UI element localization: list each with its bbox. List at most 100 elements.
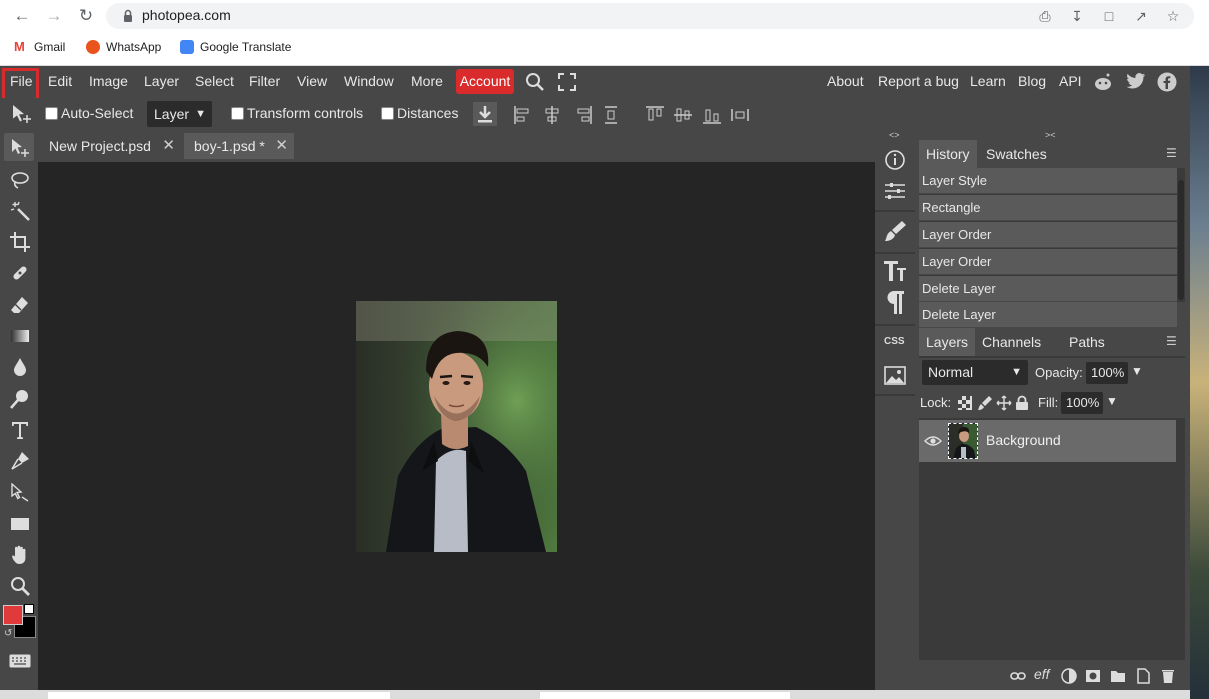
distribute-v-icon[interactable] [601, 105, 621, 125]
tab-swatches[interactable]: Swatches [979, 140, 1054, 168]
opacity-input[interactable]: 100% [1086, 362, 1128, 384]
layer-effects-icon[interactable]: eff [1034, 666, 1050, 682]
menu-select[interactable]: Select [195, 73, 234, 89]
move-tool[interactable] [4, 133, 34, 161]
delete-layer-icon[interactable] [1160, 668, 1176, 684]
address-bar[interactable]: photopea.com ⎙ ↧ □ ↗ ☆ [106, 3, 1194, 29]
fill-input[interactable]: 100% [1061, 392, 1103, 414]
tab-history[interactable]: History [919, 140, 977, 168]
swap-colors-icon[interactable]: ↺ [4, 628, 12, 639]
layer-mask-icon[interactable] [1085, 668, 1101, 684]
lock-position-icon[interactable] [996, 395, 1012, 411]
history-item[interactable]: Layer Order [919, 222, 1177, 248]
paragraph-icon[interactable] [880, 288, 910, 316]
menu-layer[interactable]: Layer [144, 73, 179, 89]
back-icon[interactable]: ← [12, 6, 32, 26]
history-item[interactable]: Delete Layer [919, 302, 1177, 328]
facebook-icon[interactable] [1157, 72, 1177, 92]
info-icon[interactable] [880, 146, 910, 174]
tab-paths[interactable]: Paths [1062, 328, 1112, 356]
download-icon[interactable]: ↧ [1068, 7, 1086, 25]
foreground-color-swatch[interactable] [3, 605, 23, 625]
star-icon[interactable]: ☆ [1164, 7, 1182, 25]
save-page-icon[interactable]: ⎙ [1036, 7, 1054, 25]
align-bottom-icon[interactable] [702, 105, 722, 125]
fill-slider-arrow-icon[interactable]: ▼ [1106, 394, 1118, 408]
menu-image[interactable]: Image [89, 73, 128, 89]
crop-tool[interactable] [4, 227, 34, 255]
panel-menu-icon[interactable]: ☰ [1166, 146, 1180, 162]
link-learn[interactable]: Learn [970, 73, 1006, 89]
menu-filter[interactable]: Filter [249, 73, 280, 89]
new-layer-icon[interactable] [1135, 668, 1151, 684]
transform-controls-checkbox[interactable] [231, 107, 244, 120]
adjustments-icon[interactable] [880, 177, 910, 205]
auto-select-checkbox[interactable] [45, 107, 58, 120]
canvas-area[interactable] [38, 162, 875, 693]
align-top-icon[interactable] [645, 105, 665, 125]
magic-wand-tool[interactable] [4, 196, 34, 224]
eye-icon[interactable] [924, 434, 942, 448]
bookmark-gmail[interactable]: M Gmail [14, 40, 65, 55]
character-icon[interactable] [880, 257, 910, 285]
align-right-icon[interactable] [573, 105, 593, 125]
menu-view[interactable]: View [297, 73, 327, 89]
reddit-icon[interactable] [1093, 72, 1113, 92]
layer-item-background[interactable]: Background [919, 420, 1176, 462]
auto-select-target-dropdown[interactable]: Layer ▼ [147, 101, 212, 127]
link-about[interactable]: About [827, 73, 864, 89]
opacity-slider-arrow-icon[interactable]: ▼ [1131, 364, 1143, 378]
doc-tab-boy-1[interactable]: boy-1.psd * ✕ [184, 133, 294, 159]
zoom-tool[interactable] [4, 571, 34, 599]
fullscreen-icon[interactable] [558, 73, 576, 91]
tab-layers[interactable]: Layers [919, 328, 976, 356]
document-image[interactable] [356, 301, 557, 552]
distribute-h-icon[interactable] [730, 105, 750, 125]
blur-tool[interactable] [4, 352, 34, 380]
menu-window[interactable]: Window [344, 73, 394, 89]
close-icon[interactable]: ✕ [275, 133, 288, 159]
default-colors-icon[interactable] [24, 604, 34, 614]
css-icon[interactable]: CSS [884, 336, 905, 347]
link-blog[interactable]: Blog [1018, 73, 1046, 89]
history-item[interactable]: Layer Order [919, 249, 1177, 275]
healing-brush-tool[interactable] [4, 258, 34, 286]
forward-icon[interactable]: → [44, 6, 64, 26]
tab-channels[interactable]: Channels [975, 328, 1048, 356]
link-report-bug[interactable]: Report a bug [878, 73, 959, 89]
lock-transparency-icon[interactable] [958, 396, 972, 410]
document-icon[interactable]: □ [1100, 7, 1118, 25]
menu-edit[interactable]: Edit [48, 73, 72, 89]
search-icon[interactable] [525, 72, 545, 92]
lock-pixels-icon[interactable] [977, 395, 993, 411]
eraser-tool[interactable] [4, 290, 34, 318]
align-left-icon[interactable] [513, 105, 533, 125]
align-center-h-icon[interactable] [542, 105, 562, 125]
account-button[interactable]: Account [456, 69, 514, 94]
twitter-icon[interactable] [1126, 73, 1146, 91]
type-tool[interactable] [4, 415, 34, 443]
link-api[interactable]: API [1059, 73, 1082, 89]
history-item[interactable]: Rectangle [919, 195, 1177, 221]
lock-all-icon[interactable] [1015, 395, 1029, 411]
new-group-icon[interactable] [1110, 668, 1126, 684]
share-icon[interactable]: ↗ [1132, 7, 1150, 25]
menu-more[interactable]: More [411, 73, 443, 89]
panel-menu-icon[interactable]: ☰ [1166, 334, 1180, 350]
link-layers-icon[interactable] [1010, 668, 1026, 684]
image-icon[interactable] [880, 362, 910, 390]
dodge-tool[interactable] [4, 384, 34, 412]
collapse-arrows-icon[interactable]: <> [889, 130, 900, 140]
pen-tool[interactable] [4, 446, 34, 474]
brush-icon[interactable] [880, 218, 910, 246]
collapse-panels-icon[interactable]: >< [1045, 130, 1056, 140]
rectangle-tool[interactable] [4, 509, 34, 537]
history-item[interactable]: Layer Style [919, 168, 1177, 194]
download-align-icon[interactable] [473, 102, 497, 126]
bookmark-whatsapp[interactable]: WhatsApp [86, 40, 161, 54]
hand-tool[interactable] [4, 540, 34, 568]
keyboard-icon[interactable] [9, 654, 31, 668]
blend-mode-dropdown[interactable]: Normal ▼ [922, 360, 1028, 385]
distances-checkbox[interactable] [381, 107, 394, 120]
close-icon[interactable]: ✕ [162, 133, 175, 159]
